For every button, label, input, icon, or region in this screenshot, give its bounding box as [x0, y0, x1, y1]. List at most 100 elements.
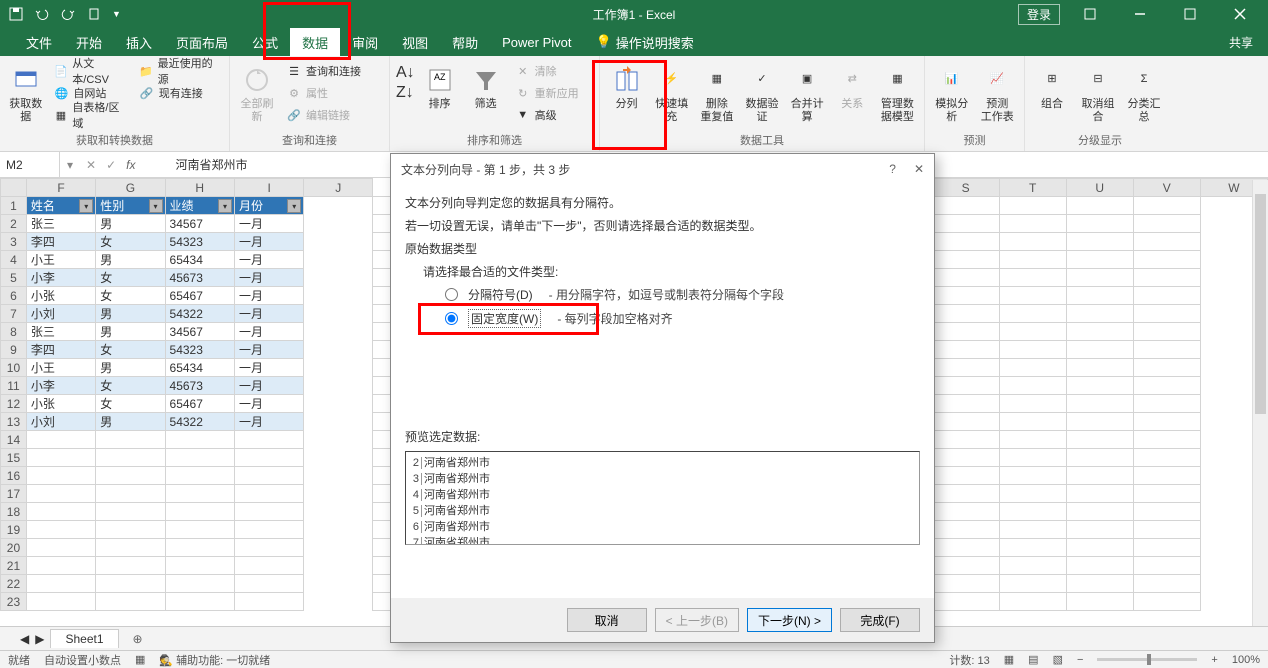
row-header[interactable]: 15: [1, 449, 27, 467]
row-header[interactable]: 19: [1, 521, 27, 539]
sheet-nav-next-icon[interactable]: ▶: [35, 632, 44, 646]
redo-icon[interactable]: [60, 6, 76, 22]
radio-delimited[interactable]: [445, 288, 458, 301]
qat-dropdown-icon[interactable]: ▼: [112, 9, 121, 19]
cell[interactable]: [1133, 341, 1200, 359]
cell[interactable]: [932, 197, 999, 215]
cell[interactable]: [1066, 557, 1133, 575]
cell[interactable]: [1066, 467, 1133, 485]
text-to-columns-button[interactable]: 分列: [606, 60, 647, 124]
cell[interactable]: 54322: [165, 413, 234, 431]
cell[interactable]: [999, 377, 1066, 395]
cell[interactable]: [1133, 449, 1200, 467]
cell[interactable]: [932, 521, 999, 539]
group-button[interactable]: ⊞组合: [1031, 60, 1073, 124]
cell[interactable]: [26, 503, 95, 521]
cell[interactable]: [1066, 539, 1133, 557]
from-text-csv[interactable]: 📄从文本/CSV: [49, 60, 130, 82]
cell[interactable]: [932, 449, 999, 467]
cell[interactable]: [1066, 251, 1133, 269]
cell[interactable]: [96, 575, 165, 593]
col-header[interactable]: V: [1133, 179, 1200, 197]
cell[interactable]: [1133, 431, 1200, 449]
cell[interactable]: [999, 521, 1066, 539]
cell[interactable]: 女: [96, 287, 165, 305]
cell[interactable]: 65467: [165, 287, 234, 305]
cell[interactable]: 小李: [26, 269, 95, 287]
view-normal-icon[interactable]: ▦: [1004, 653, 1014, 666]
cell[interactable]: [999, 485, 1066, 503]
cell[interactable]: [234, 521, 303, 539]
cell[interactable]: [932, 251, 999, 269]
cell[interactable]: [26, 593, 95, 611]
cell[interactable]: [165, 503, 234, 521]
cell[interactable]: [999, 233, 1066, 251]
cell[interactable]: 小张: [26, 287, 95, 305]
cell[interactable]: 小张: [26, 395, 95, 413]
cell[interactable]: 54323: [165, 233, 234, 251]
cell[interactable]: [26, 575, 95, 593]
remove-dup-button[interactable]: ▦删除 重复值: [696, 60, 737, 124]
cell[interactable]: [1066, 521, 1133, 539]
cell[interactable]: 男: [96, 413, 165, 431]
row-header[interactable]: 23: [1, 593, 27, 611]
row-header[interactable]: 17: [1, 485, 27, 503]
cell[interactable]: [999, 575, 1066, 593]
cell[interactable]: 小王: [26, 251, 95, 269]
cancel-formula-icon[interactable]: ✕: [86, 158, 96, 172]
tab-powerpivot[interactable]: Power Pivot: [490, 28, 583, 56]
cell[interactable]: [1066, 197, 1133, 215]
cell[interactable]: [1133, 467, 1200, 485]
consolidate-button[interactable]: ▣合并计算: [787, 60, 828, 124]
cell[interactable]: [932, 377, 999, 395]
cell[interactable]: [165, 485, 234, 503]
cell[interactable]: 女: [96, 233, 165, 251]
cell[interactable]: [96, 557, 165, 575]
maximize-icon[interactable]: [1170, 0, 1210, 28]
cell[interactable]: [932, 359, 999, 377]
cell[interactable]: [165, 557, 234, 575]
row-header[interactable]: 1: [1, 197, 27, 215]
formula-input[interactable]: 河南省郑州市: [145, 156, 247, 173]
cell[interactable]: 54322: [165, 305, 234, 323]
row-header[interactable]: 22: [1, 575, 27, 593]
cell[interactable]: [932, 269, 999, 287]
filter-button[interactable]: 筛选: [465, 60, 507, 126]
tab-insert[interactable]: 插入: [114, 28, 164, 56]
cell[interactable]: [999, 323, 1066, 341]
cell[interactable]: [999, 305, 1066, 323]
cell[interactable]: [1066, 395, 1133, 413]
login-button[interactable]: 登录: [1018, 4, 1060, 25]
cell[interactable]: 45673: [165, 269, 234, 287]
cell[interactable]: [96, 431, 165, 449]
cell[interactable]: [1133, 377, 1200, 395]
cell[interactable]: 45673: [165, 377, 234, 395]
cell[interactable]: [999, 413, 1066, 431]
cell[interactable]: [999, 287, 1066, 305]
cell[interactable]: [165, 521, 234, 539]
cell[interactable]: 一月: [234, 413, 303, 431]
ungroup-button[interactable]: ⊟取消组合: [1077, 60, 1119, 124]
cell[interactable]: [165, 575, 234, 593]
cell[interactable]: [932, 413, 999, 431]
cell[interactable]: [999, 503, 1066, 521]
row-header[interactable]: 6: [1, 287, 27, 305]
tab-layout[interactable]: 页面布局: [164, 28, 240, 56]
row-header[interactable]: 8: [1, 323, 27, 341]
cell[interactable]: [1066, 359, 1133, 377]
cell[interactable]: 一月: [234, 359, 303, 377]
cell[interactable]: [932, 395, 999, 413]
cell[interactable]: [1133, 395, 1200, 413]
cell[interactable]: [1066, 413, 1133, 431]
filter-dropdown-icon[interactable]: ▾: [287, 199, 301, 213]
cell[interactable]: 男: [96, 251, 165, 269]
filter-dropdown-icon[interactable]: ▾: [149, 199, 163, 213]
cell[interactable]: [999, 341, 1066, 359]
col-header[interactable]: F: [26, 179, 95, 197]
minimize-icon[interactable]: [1120, 0, 1160, 28]
cell[interactable]: [999, 449, 1066, 467]
zoom-level[interactable]: 100%: [1232, 654, 1260, 666]
cell[interactable]: [1066, 305, 1133, 323]
cell[interactable]: [165, 539, 234, 557]
cell[interactable]: 女: [96, 377, 165, 395]
